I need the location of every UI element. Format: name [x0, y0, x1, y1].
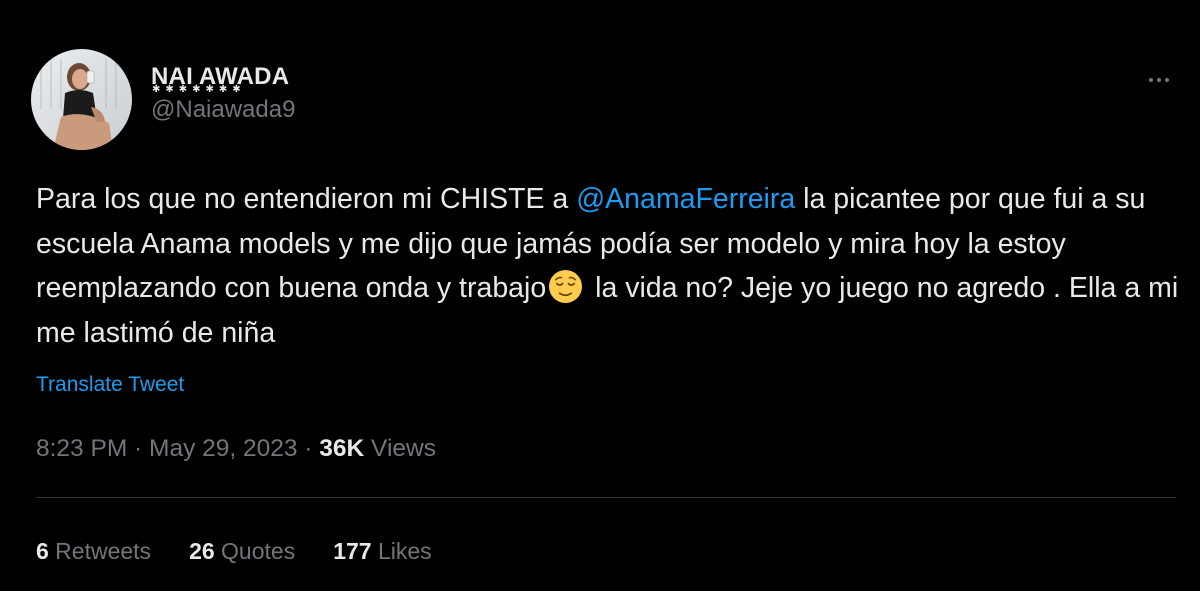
quotes-label: Quotes: [214, 538, 296, 564]
tweet-text: Para los que no entendieron mi CHISTE a …: [36, 177, 1186, 355]
quotes-stat[interactable]: 26 Quotes: [189, 537, 295, 565]
more-horizontal-icon: [1149, 78, 1153, 82]
author-display-name[interactable]: NAI AWADA ✱✱✱✱✱✱✱: [151, 62, 295, 95]
tweet-text-part: Para los que no entendieron mi CHISTE a: [36, 183, 577, 215]
tweet-card: NAI AWADA ✱✱✱✱✱✱✱ @Naiawada9 Para los qu…: [0, 0, 1200, 591]
tweet-time[interactable]: 8:23 PM: [36, 435, 127, 462]
more-dot: [1157, 78, 1161, 82]
likes-stat[interactable]: 177 Likes: [333, 537, 431, 565]
relieved-face-emoji-icon: [549, 269, 583, 304]
tweet-stats: 6 Retweets 26 Quotes 177 Likes: [36, 537, 470, 565]
retweets-stat[interactable]: 6 Retweets: [36, 537, 151, 565]
more-options-button[interactable]: [1140, 64, 1178, 96]
author-handle[interactable]: @Naiawada9: [151, 96, 295, 124]
tweet-date[interactable]: May 29, 2023: [149, 435, 297, 462]
likes-count: 177: [333, 538, 372, 564]
meta-separator: ·: [127, 435, 150, 462]
retweets-count: 6: [36, 538, 49, 564]
views-count: 36K: [319, 435, 365, 462]
author-avatar[interactable]: [31, 49, 132, 150]
avatar-image: [31, 49, 132, 150]
views-label: Views: [364, 435, 436, 462]
mention-link[interactable]: @AnamaFerreira: [576, 183, 795, 215]
divider: [36, 497, 1176, 498]
quotes-count: 26: [189, 538, 215, 564]
translate-tweet-link[interactable]: Translate Tweet: [36, 372, 184, 398]
author-info: NAI AWADA ✱✱✱✱✱✱✱ @Naiawada9: [151, 62, 295, 124]
meta-separator: ·: [297, 435, 320, 462]
retweets-label: Retweets: [48, 538, 152, 564]
tweet-meta: 8:23 PM · May 29, 2023 · 36K Views: [36, 434, 436, 464]
more-dot: [1165, 78, 1169, 82]
likes-label: Likes: [371, 538, 432, 564]
